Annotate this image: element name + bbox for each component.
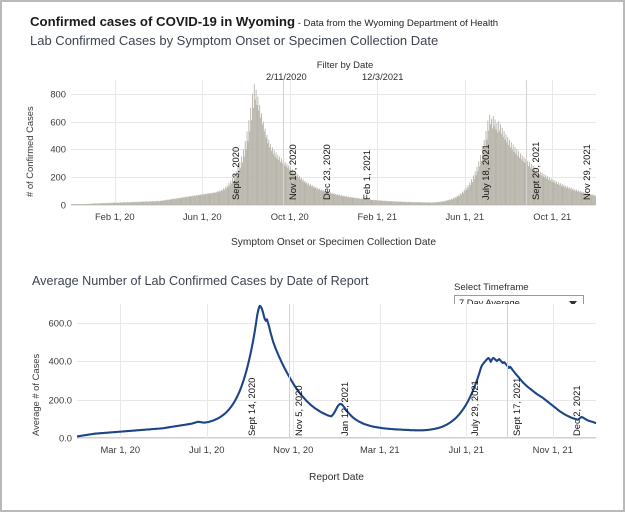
chart-average-cases-by-report-date: Average # of Cases 0.0 200.0 400.0 600.0 Ma…	[2, 300, 625, 500]
bar-series	[71, 84, 596, 205]
page-header: Confirmed cases of COVID-19 in Wyoming -…	[30, 14, 498, 49]
y-tick-label: 0	[60, 199, 66, 211]
y-tick-label: 600	[50, 116, 66, 128]
y-tick-label: 0.0	[58, 432, 72, 444]
x-tick-label: Nov 1, 21	[532, 444, 573, 455]
x-tick-label: Oct 1, 20	[270, 211, 309, 222]
y-tick-label: 200.0	[48, 394, 72, 406]
marker-line-2	[506, 304, 508, 438]
annotation-label: Nov 29, 2021	[581, 144, 593, 200]
grid-line	[71, 205, 596, 206]
marker-line-2	[525, 80, 527, 205]
chart2-title: Average Number of Lab Confirmed Cases by…	[32, 274, 369, 288]
annotation-label: Feb 1, 2021	[361, 149, 373, 200]
x-tick-label: Oct 1, 21	[533, 211, 572, 222]
page-title-main: Confirmed cases of COVID-19 in Wyoming	[30, 14, 296, 29]
marker-line-1	[282, 80, 284, 205]
x-tick-label: Jun 1, 21	[445, 211, 485, 222]
x-tick-label: Mar 1, 20	[100, 444, 141, 455]
annotation-label: July 29, 2021	[469, 380, 481, 436]
y-tick-label: 600.0	[48, 317, 72, 329]
chart1-title: Lab Confirmed Cases by Symptom Onset or …	[30, 33, 439, 48]
page-title: Confirmed cases of COVID-19 in Wyoming -…	[30, 14, 498, 31]
annotation-label: Sept 14, 2020	[246, 377, 258, 436]
x-tick-label: Jul 1, 20	[189, 444, 225, 455]
dashboard-window: Confirmed cases of COVID-19 in Wyoming -…	[0, 0, 625, 512]
x-tick-label: Nov 1, 20	[273, 444, 314, 455]
marker-line-1	[288, 304, 290, 438]
chart1-y-axis-label: # of Confirmed Cases	[24, 106, 35, 197]
annotation-label: Nov 10, 2020	[286, 144, 298, 200]
annotation-label: Dec 23, 2020	[320, 144, 332, 200]
x-tick-label: Feb 1, 21	[357, 211, 398, 222]
y-tick-label: 800	[50, 88, 66, 100]
chart-lab-confirmed-cases-by-onset: # of Confirmed Cases 0 200 400 600 800 Feb 1…	[2, 72, 625, 248]
x-tick-label: Jul 1, 21	[448, 444, 484, 455]
y-tick-label: 200	[50, 171, 66, 183]
y-tick-label: 400	[50, 143, 66, 155]
x-tick-label: Feb 1, 20	[94, 211, 135, 222]
annotation-label: Sept 3, 2020	[229, 146, 241, 200]
annotation-label: Nov 5, 2020	[292, 385, 304, 436]
x-tick-label: Jun 1, 20	[182, 211, 222, 222]
chart1-x-axis-label: Symptom Onset or Specimen Collection Dat…	[231, 237, 436, 248]
chart2-x-axis-label: Report Date	[309, 472, 364, 483]
x-tick-label: Mar 1, 21	[359, 444, 400, 455]
grid-line	[77, 438, 596, 439]
annotation-label: Jan 12, 2021	[338, 381, 350, 436]
y-tick-label: 400.0	[48, 355, 72, 367]
page-title-source: - Data from the Wyoming Department of He…	[295, 18, 499, 29]
annotation-label: July 18, 2021	[480, 144, 492, 200]
annotation-label: Dec 2, 2021	[570, 385, 582, 436]
timeframe-label: Select Timeframe	[454, 282, 529, 293]
annotation-label: Sept 20, 2021	[529, 141, 541, 200]
filter-label: Filter by Date	[316, 60, 374, 71]
annotation-label: Sept 17, 2021	[510, 377, 522, 436]
chart1-plot-area[interactable]	[71, 80, 596, 206]
chart2-y-axis-label: Average # of Cases	[30, 353, 41, 436]
